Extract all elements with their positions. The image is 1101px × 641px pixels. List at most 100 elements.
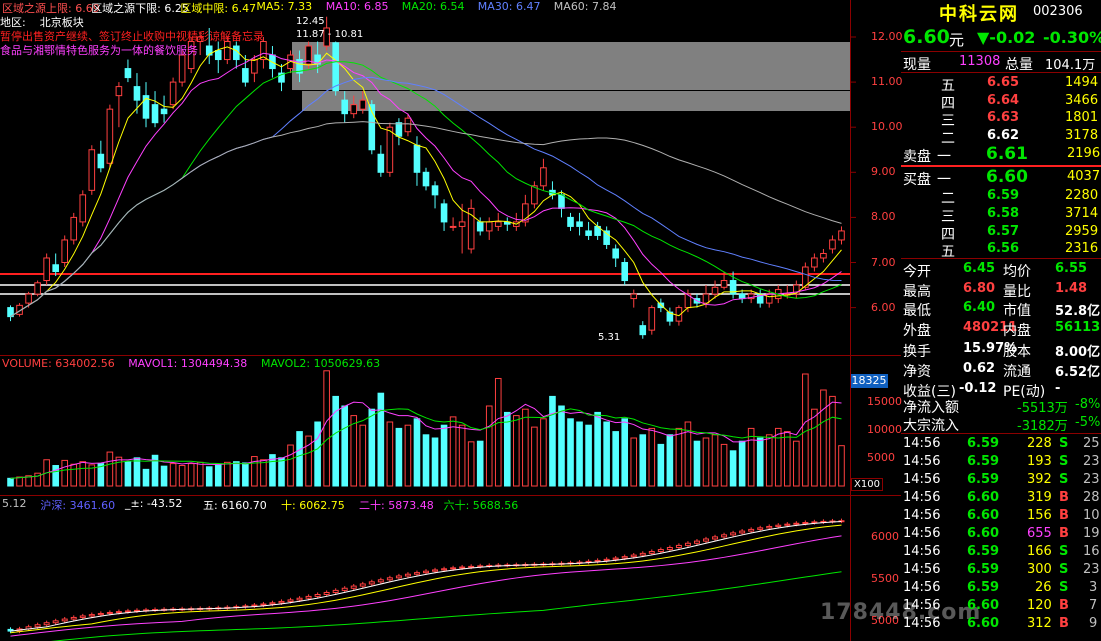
candle-body xyxy=(214,50,222,61)
volume-bar xyxy=(341,405,349,487)
volume-bar xyxy=(350,415,358,487)
candle-body xyxy=(386,126,394,173)
stat-value: 6.40 xyxy=(963,300,996,316)
index-candle xyxy=(703,538,709,542)
tick-time: 14:56 xyxy=(903,436,941,451)
index-candle xyxy=(413,572,420,575)
stat-label: 外盘 xyxy=(903,322,931,339)
tick-price: 6.59 xyxy=(967,580,1000,595)
volume-bar xyxy=(160,465,168,487)
bid-price: 6.58 xyxy=(987,205,1020,221)
index-candle xyxy=(404,573,411,577)
candle-body xyxy=(639,325,647,336)
candle-body xyxy=(567,216,574,227)
price-tick-label: 6.00 xyxy=(871,300,896,314)
tick-volume: 26 xyxy=(1035,580,1052,595)
index-candle xyxy=(341,587,348,591)
tick-volume: 193 xyxy=(1027,454,1052,469)
index-candle xyxy=(621,556,628,559)
candle-body xyxy=(576,221,583,227)
indicator-value: 六十: 5688.56 xyxy=(443,499,519,512)
index-candle xyxy=(368,581,375,585)
index-candle xyxy=(70,616,77,620)
tick-time: 14:56 xyxy=(903,490,941,505)
indicator-value: MAVOL1: 1304494.38 xyxy=(128,357,248,370)
volume-bar xyxy=(359,424,367,487)
volume-panel[interactable]: VOLUME: 634002.56 MAVOL1: 1304494.38 MAVOL… xyxy=(0,356,902,495)
volume-bar xyxy=(540,418,547,487)
index-candle xyxy=(88,614,95,617)
ask-volume: 1494 xyxy=(1065,75,1099,90)
candle-body xyxy=(485,221,493,232)
stat-label: 净资 xyxy=(903,364,931,380)
now-vol: 11308 xyxy=(959,54,1001,69)
candle-body xyxy=(106,108,114,164)
volume-tick-label: 15000 xyxy=(867,395,902,408)
volume-bar xyxy=(576,421,583,487)
volume-bar xyxy=(395,427,403,487)
candle-body xyxy=(341,99,349,115)
tick-row: 14:56 6.59 300 S 23 xyxy=(901,561,1101,579)
candle-body xyxy=(540,167,547,187)
volume-tick-label: 10000 xyxy=(867,423,902,436)
candle-body xyxy=(377,153,385,173)
bid-volume: 2316 xyxy=(1065,241,1099,257)
volume-bar xyxy=(485,405,493,487)
stat-value: - xyxy=(1055,380,1061,396)
tick-direction: B xyxy=(1059,526,1069,541)
volume-bar xyxy=(783,431,791,487)
volume-bar xyxy=(558,405,565,487)
volume-bar xyxy=(774,427,782,487)
ask-row: 五 6.65 1494 xyxy=(901,74,1101,94)
indicator-value: 五: 6160.70 xyxy=(203,499,267,512)
candle-body xyxy=(621,262,629,282)
candle-body xyxy=(178,54,186,83)
volume-bar xyxy=(169,463,177,487)
tick-price: 6.60 xyxy=(967,526,1000,541)
candle-body xyxy=(88,149,96,191)
flow-label: 大宗流入 xyxy=(903,418,959,434)
price-tick-label: 12.00 xyxy=(871,30,903,43)
index-candle xyxy=(730,532,737,536)
candle-body xyxy=(829,239,836,250)
stat-label: 流通 xyxy=(1003,364,1031,380)
tick-direction: S xyxy=(1059,454,1069,469)
tick-count: 3 xyxy=(1089,580,1098,595)
tick-row: 14:56 6.59 392 S 23 xyxy=(901,471,1101,489)
candle-body xyxy=(223,41,231,61)
index-chart[interactable] xyxy=(0,496,901,641)
tick-volume: 228 xyxy=(1027,436,1052,451)
index-candle xyxy=(323,591,330,595)
volume-bar xyxy=(820,389,827,487)
tick-time: 14:56 xyxy=(903,562,941,577)
stat-value: 0.62 xyxy=(963,361,996,376)
volume-bar xyxy=(829,395,836,487)
volume-bar xyxy=(296,431,303,487)
stat-value: 1.48 xyxy=(1055,280,1088,296)
tick-price: 6.60 xyxy=(967,598,1000,613)
bid-volume: 2959 xyxy=(1065,223,1099,239)
price-tick-label: 11.00 xyxy=(871,75,903,89)
volume-bar xyxy=(323,370,330,487)
index-candle xyxy=(423,570,429,574)
flow-pct: -8% xyxy=(1075,397,1101,412)
index-panel[interactable]: 5.12 沪深: 3461.60 _±: -43.52 五: 6160.70 十: 60… xyxy=(0,496,901,641)
volume-bar xyxy=(603,421,610,487)
volume-axis: 15000 10000 5000 xyxy=(850,356,902,495)
candle-body xyxy=(720,280,728,288)
resistance-zone-lower xyxy=(302,91,850,111)
resistance-zone xyxy=(292,42,850,90)
index-candle xyxy=(43,622,50,626)
stat-row: 最低 6.40 市值 52.8亿 xyxy=(901,299,1101,319)
tick-direction: S xyxy=(1059,544,1069,559)
ma30-line xyxy=(10,76,842,318)
bid-price: 6.56 xyxy=(987,241,1020,257)
tick-row: 14:56 6.60 156 B 10 xyxy=(901,507,1101,525)
index-candle xyxy=(594,559,601,562)
kline-panel[interactable]: 区域之源上限: 6.69 区域之源下限: 6.25 区域中限: 6.47 MA5: 7… xyxy=(0,0,903,355)
volume-bar xyxy=(458,424,466,487)
volume-chart[interactable] xyxy=(0,356,901,495)
index-candle xyxy=(441,568,448,571)
index-candle xyxy=(802,522,809,525)
stat-label: 换手 xyxy=(903,344,931,361)
